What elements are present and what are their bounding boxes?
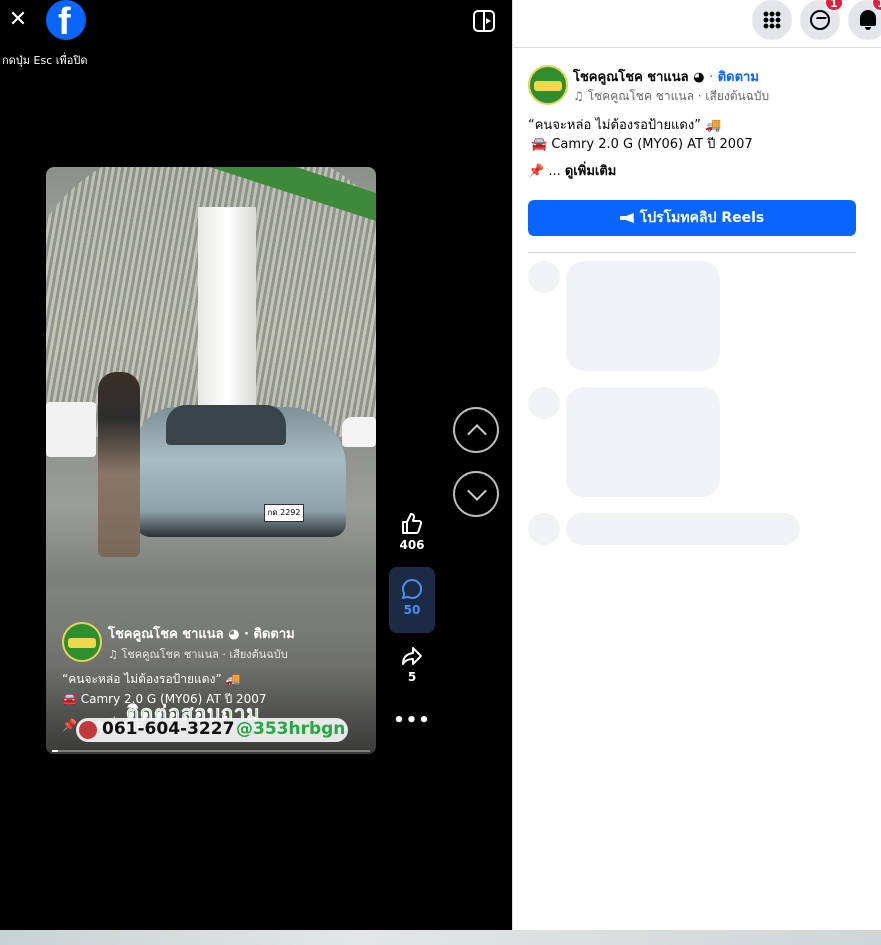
next-reel-button[interactable] (453, 471, 499, 517)
globe-icon: ◕ (693, 70, 705, 85)
thumbs-up-icon (402, 513, 423, 534)
previous-reel-button[interactable] (453, 407, 499, 453)
chevron-up-icon (467, 424, 487, 444)
header-divider (513, 47, 881, 48)
comment-skeleton-body (566, 513, 800, 545)
collapse-panel-icon[interactable] (473, 10, 495, 32)
page-name[interactable]: โชคคูณโชค ชาแนล (573, 70, 689, 85)
megaphone-icon (619, 213, 634, 223)
globe-icon: ◕ · (228, 627, 254, 642)
messenger-icon (810, 10, 830, 30)
comment-skeleton-body (566, 387, 720, 497)
follow-link[interactable]: ติดตาม (718, 70, 759, 85)
facebook-logo[interactable]: f (46, 0, 86, 43)
comment-icon (402, 578, 423, 599)
see-more-link[interactable]: ดูเพิ่มเติม (565, 164, 616, 179)
promote-reels-button[interactable]: โปรโมทคลิป Reels (528, 200, 856, 236)
video-progress-fill (52, 750, 59, 752)
share-icon (402, 647, 422, 665)
promote-reels-label: โปรโมทคลิป Reels (639, 210, 765, 226)
overlay-page-name[interactable]: โชคคูณโชค ชาแนล (108, 627, 224, 642)
comment-count: 50 (403, 603, 421, 617)
reel-video[interactable]: กด 2292 โชคคูณโชค ชาแนล ◕ · ติดตาม ♫ โชค… (46, 167, 376, 754)
comment-skeleton-avatar (528, 261, 560, 293)
page-name-row: โชคคูณโชค ชาแนล ◕ · ติดตาม (573, 66, 759, 87)
audio-link[interactable]: ♫ โชคคูณโชค ชาแนล · เสียงต้นฉบับ (573, 87, 769, 106)
overlay-caption-line1: “คนจะหล่อ ไม่ต้องรอป้ายแดง” 🚚 (62, 672, 241, 686)
name-separator: · (709, 70, 714, 85)
video-scene-truck (46, 402, 96, 457)
video-progress-bar[interactable] (52, 750, 370, 752)
overlay-contact-box: 061-604-3227 @353hrbgn (76, 718, 348, 742)
overlay-follow-link[interactable]: ติดตาม (254, 627, 295, 642)
video-scene-presenter (98, 372, 140, 557)
caption-line2: 🚘 Camry 2.0 G (MY06) AT ปี 2007 (531, 137, 753, 152)
caption-line3-prefix: 📌 ... (528, 164, 565, 179)
overlay-phone: 061-604-3227 (102, 719, 235, 739)
video-scene-windshield (166, 405, 286, 445)
overlay-page-avatar[interactable] (62, 622, 102, 662)
video-scene-van (342, 417, 376, 447)
caption-line3: 📌 ... ดูเพิ่มเติม (528, 160, 616, 181)
comment-skeleton-avatar (528, 513, 560, 545)
like-button[interactable]: 406 (389, 512, 435, 552)
license-plate: กด 2292 (264, 504, 304, 522)
page-avatar[interactable] (528, 65, 568, 105)
comment-button[interactable]: 50 (389, 567, 435, 633)
comment-skeleton-avatar (528, 387, 560, 419)
comment-skeleton-body (566, 261, 720, 371)
phone-icon (79, 721, 97, 739)
share-count: 5 (407, 670, 417, 684)
menu-button[interactable] (752, 0, 792, 40)
facebook-logo-letter: f (58, 1, 71, 43)
comments-divider (528, 252, 856, 253)
overlay-page-name-row[interactable]: โชคคูณโชค ชาแนล ◕ · ติดตาม (108, 623, 295, 644)
esc-hint: กดปุ่ม Esc เพื่อปิด (2, 54, 88, 67)
grid-menu-icon (763, 11, 781, 29)
share-button[interactable]: 5 (389, 644, 435, 684)
caption-line1: “คนจะหล่อ ไม่ต้องรอป้ายแดง” 🚚 (528, 118, 722, 133)
close-icon[interactable]: ✕ (6, 8, 30, 32)
more-options-icon[interactable]: ••• (389, 710, 435, 731)
chevron-down-icon (467, 481, 487, 501)
bell-icon (860, 10, 876, 30)
taskbar-strip (0, 930, 881, 945)
like-count: 406 (399, 538, 425, 552)
reel-viewer: ✕ f กดปุ่ม Esc เพื่อปิด กด 2292 โชคคูณโช… (0, 0, 512, 930)
overlay-line-id: @353hrbgn (236, 719, 346, 739)
overlay-audio[interactable]: ♫ โชคคูณโชค ชาแนล · เสียงต้นฉบับ (108, 645, 288, 663)
